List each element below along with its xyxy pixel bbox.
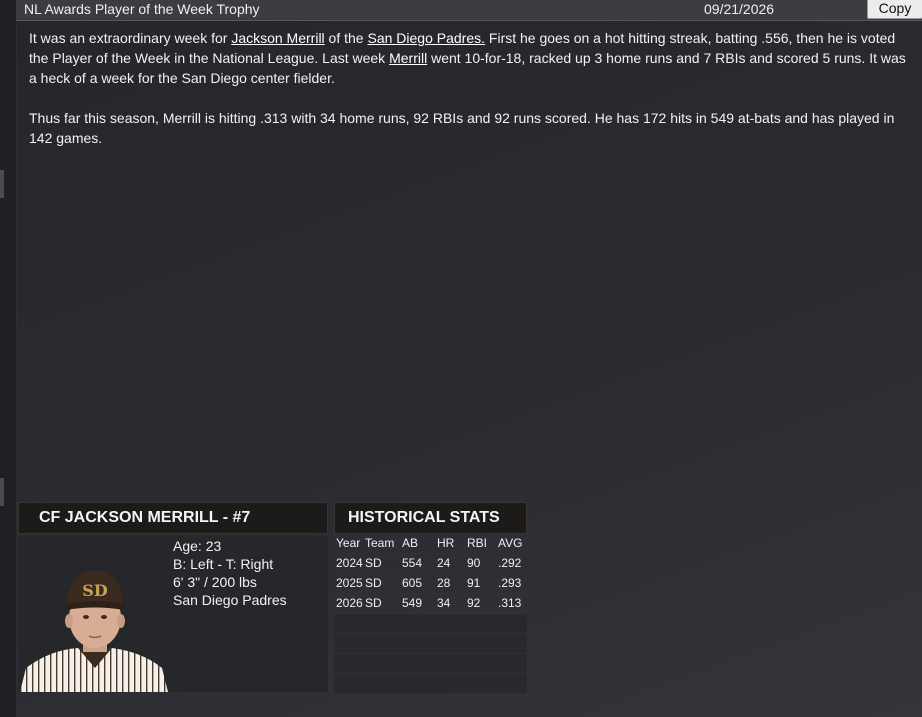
stats-heading: HISTORICAL STATS [334,502,527,534]
sidebar-marker [0,478,4,506]
stats-table: Year Team AB HR RBI AVG 2024 SD 554 24 9… [334,534,527,694]
cell-year: 2025 [336,576,363,590]
cell-team: SD [365,576,382,590]
team-link[interactable]: San Diego Padres. [367,30,485,46]
col-header-rbi: RBI [467,536,488,550]
cell-avg: .292 [498,556,522,570]
cell-year: 2026 [336,596,363,610]
stats-header-row: Year Team AB HR RBI AVG [334,534,527,554]
article-paragraph-1: It was an extraordinary week for Jackson… [29,28,914,88]
news-article: It was an extraordinary week for Jackson… [29,28,914,168]
cell-ab: 554 [402,556,423,570]
empty-row [334,674,527,694]
player-age: Age: 23 [173,538,222,554]
col-header-avg: AVG [498,536,523,550]
table-row: 2025 SD 605 28 91 .293 [334,574,527,594]
article-text: It was an extraordinary week for [29,30,232,46]
left-sidebar-strip [0,0,17,717]
col-header-year: Year [336,536,361,550]
cell-avg: .293 [498,576,522,590]
empty-row [334,654,527,674]
table-row: 2026 SD 549 34 92 .313 [334,594,527,614]
page-title: NL Awards Player of the Week Trophy [24,1,260,17]
col-header-team: Team [365,536,395,550]
header-bar: NL Awards Player of the Week Trophy 09/2… [16,0,922,21]
team-cap-logo: SD [82,581,108,600]
player-height-weight: 6' 3" / 200 lbs [173,574,257,590]
table-row: 2024 SD 554 24 90 .292 [334,554,527,574]
player-bats-throws: B: Left - T: Right [173,556,274,572]
cell-hr: 34 [437,596,451,610]
player-link-short[interactable]: Merrill [389,50,427,66]
player-photo: SD [20,570,168,692]
player-team: San Diego Padres [173,592,287,608]
col-header-ab: AB [402,536,419,550]
cell-team: SD [365,596,382,610]
col-header-hr: HR [437,536,455,550]
cell-year: 2024 [336,556,363,570]
news-date: 09/21/2026 [704,1,775,17]
article-text: of the [324,30,368,46]
article-paragraph-2: Thus far this season, Merrill is hitting… [29,110,895,146]
player-card-body: SD Age: 23 B: Left - T: Right 6' 3" / 20… [18,536,328,692]
player-card-heading: CF JACKSON MERRILL - #7 [18,502,328,534]
cell-rbi: 91 [467,576,481,590]
cell-team: SD [365,556,382,570]
cell-ab: 605 [402,576,423,590]
cell-ab: 549 [402,596,423,610]
sidebar-marker [0,170,4,198]
cell-hr: 24 [437,556,451,570]
historical-stats-panel: HISTORICAL STATS Year Team AB HR RBI AVG… [334,502,527,694]
cell-hr: 28 [437,576,451,590]
cell-avg: .313 [498,596,522,610]
empty-row [334,634,527,654]
cell-rbi: 90 [467,556,481,570]
cell-rbi: 92 [467,596,481,610]
player-card: CF JACKSON MERRILL - #7 SD Age: 23 B: Le… [18,502,328,692]
player-link[interactable]: Jackson Merrill [231,30,324,46]
copy-button[interactable]: Copy [867,0,922,19]
empty-row [334,614,527,634]
